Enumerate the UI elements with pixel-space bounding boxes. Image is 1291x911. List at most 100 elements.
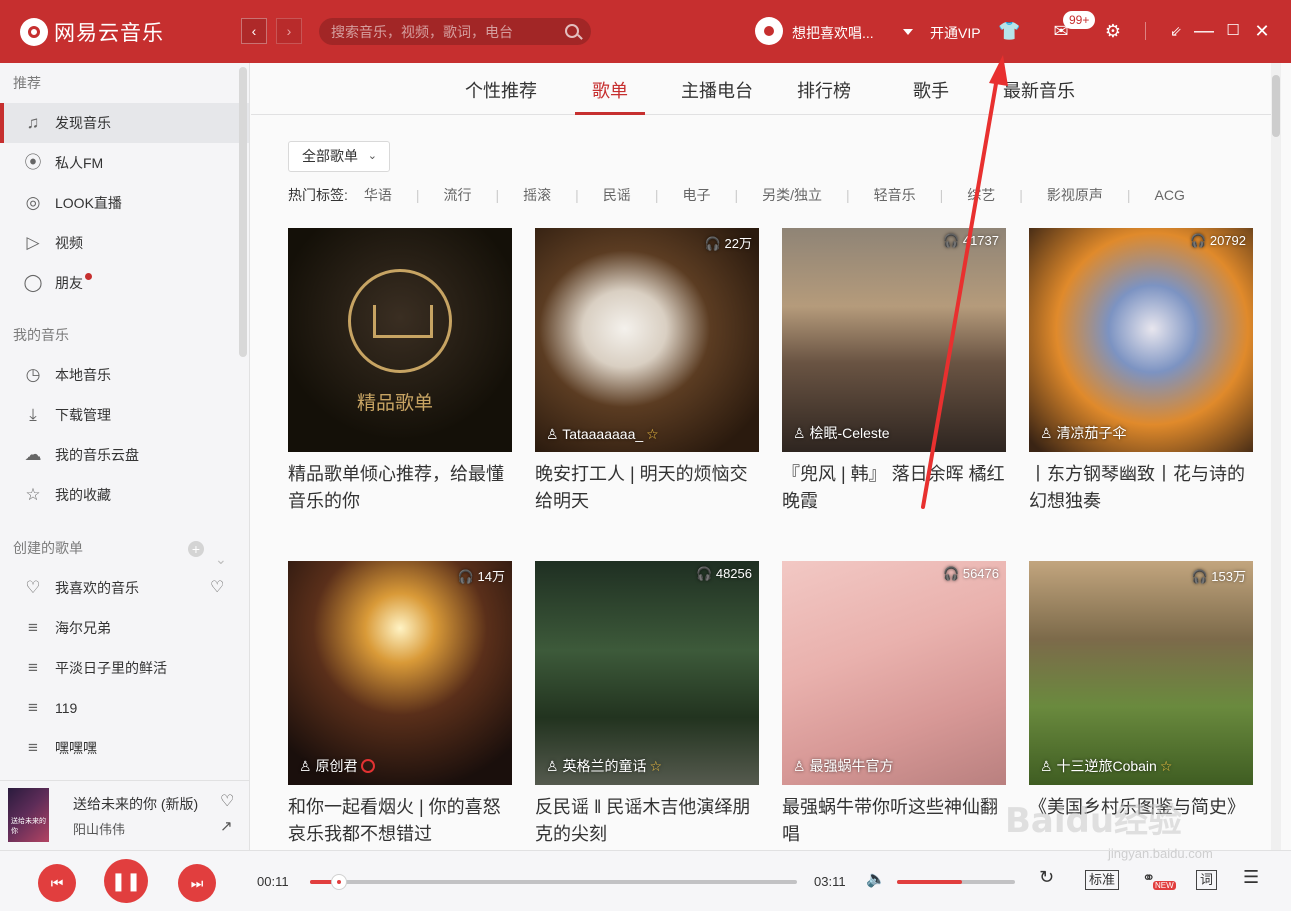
playlist-cover[interactable]: 🎧 14万 ♙ 原创君	[288, 561, 512, 785]
playlist-title[interactable]: 精品歌单倾心推荐，给最懂音乐的你	[288, 461, 512, 515]
tab-charts[interactable]: 排行榜	[797, 77, 851, 103]
playlist-title[interactable]: 丨东方钢琴幽致丨花与诗的幻想独奏	[1029, 461, 1253, 515]
playlist-cover[interactable]: 🎧 41737 ♙ 桧眠-Celeste	[782, 228, 1006, 452]
now-playing-title[interactable]: 送给未来的你 (新版)	[73, 794, 198, 814]
user-avatar[interactable]	[755, 17, 783, 45]
mini-mode-icon[interactable]: ⇙	[1165, 20, 1187, 42]
playlist-creator[interactable]: ♙ 清凉茄子伞	[1040, 423, 1126, 443]
scrollbar-thumb[interactable]	[1272, 75, 1280, 137]
playlist-card[interactable]: 🎧 41737 ♙ 桧眠-Celeste 『兜风 | 韩』 落日余晖 橘红晚霞	[782, 228, 1006, 515]
settings-gear-icon[interactable]: ⚙	[1102, 20, 1124, 42]
tag-link[interactable]: ACG	[1155, 187, 1185, 203]
playlist-cover[interactable]: 🎧 56476 ♙ 最强蜗牛官方	[782, 561, 1006, 785]
playlist-cover[interactable]: 🎧 22万 ♙ Tataaaaaaa_ ☆	[535, 228, 759, 452]
minimize-icon[interactable]: —	[1193, 20, 1215, 42]
playlist-queue-icon[interactable]: ☰	[1243, 867, 1259, 888]
creator-name: 原创君	[315, 758, 358, 774]
sidebar-item-playlist[interactable]: ≡ 嘿嘿嘿	[0, 728, 249, 768]
volume-slider[interactable]	[897, 880, 1015, 884]
tag-link[interactable]: 流行	[444, 185, 472, 205]
playlist-card[interactable]: 🎧 22万 ♙ Tataaaaaaa_ ☆ 晚安打工人 | 明天的烦恼交给明天	[535, 228, 759, 515]
sidebar-item-collection[interactable]: ☆ 我的收藏	[0, 475, 249, 515]
playlist-creator[interactable]: ♙ 最强蜗牛官方	[793, 756, 893, 776]
tag-link[interactable]: 影视原声	[1047, 185, 1103, 205]
search-box[interactable]	[319, 18, 591, 45]
quality-button[interactable]: 标准	[1085, 870, 1120, 890]
next-track-button[interactable]: ⏭	[178, 864, 216, 902]
tab-new-music[interactable]: 最新音乐	[1003, 77, 1075, 103]
sidebar-scrollbar[interactable]	[239, 67, 247, 357]
sidebar-item-liked-music[interactable]: ♡ 我喜欢的音乐 ♡	[0, 568, 249, 608]
tag-link[interactable]: 轻音乐	[874, 185, 916, 205]
all-playlists-button[interactable]: 全部歌单 ⌄	[288, 141, 390, 172]
sidebar-item-label: 119	[55, 700, 78, 716]
main-scrollbar[interactable]	[1271, 63, 1281, 850]
tag-link[interactable]: 综艺	[967, 185, 995, 205]
skin-tshirt-icon[interactable]: 👕	[998, 20, 1020, 42]
playlist-title[interactable]: 晚安打工人 | 明天的烦恼交给明天	[535, 461, 759, 515]
maximize-icon[interactable]: ☐	[1222, 20, 1244, 42]
open-vip-button[interactable]: 开通VIP	[930, 23, 981, 43]
sidebar-item-downloads[interactable]: ⤓ 下载管理	[0, 395, 249, 435]
progress-knob[interactable]	[331, 874, 348, 890]
now-playing-artist[interactable]: 阳山伟伟	[73, 819, 125, 838]
tab-dj-radio[interactable]: 主播电台	[681, 77, 753, 103]
forward-button[interactable]: ›	[276, 18, 302, 44]
playlist-card[interactable]: 🎧 48256 ♙ 英格兰的童话 ☆ 反民谣 ‖ 民谣木吉他演绎朋克的尖刻	[535, 561, 759, 848]
now-playing-panel[interactable]: 送给未来的你 送给未来的你 (新版) 阳山伟伟 ♡ ↗	[0, 780, 250, 850]
playlist-creator[interactable]: ♙ Tataaaaaaa_ ☆	[546, 426, 659, 443]
sidebar-item-playlist[interactable]: ≡ 平淡日子里的鲜活	[0, 648, 249, 688]
sidebar-item-friends[interactable]: ◯ 朋友	[0, 263, 249, 303]
sidebar-item-look-live[interactable]: ◎ LOOK直播	[0, 183, 249, 223]
add-playlist-icon[interactable]: +	[188, 541, 204, 557]
playlist-cover[interactable]: 🎧 48256 ♙ 英格兰的童话 ☆	[535, 561, 759, 785]
app-logo[interactable]: 网易云音乐	[20, 17, 164, 47]
sidebar-item-video[interactable]: ▷ 视频	[0, 223, 249, 263]
playlist-creator[interactable]: ♙ 十三逆旅Cobain ☆	[1040, 756, 1172, 776]
sidebar-item-cloud-disk[interactable]: ☁ 我的音乐云盘	[0, 435, 249, 475]
progress-bar[interactable]	[310, 874, 797, 890]
user-dropdown-icon[interactable]	[903, 29, 913, 35]
tab-personal-recommend[interactable]: 个性推荐	[465, 77, 537, 103]
back-button[interactable]: ‹	[241, 18, 267, 44]
now-playing-cover[interactable]: 送给未来的你	[8, 788, 49, 842]
loop-mode-icon[interactable]: ↻	[1039, 867, 1054, 888]
playlist-creator[interactable]: ♙ 原创君	[299, 756, 376, 776]
playlist-card[interactable]: 🎧 14万 ♙ 原创君 和你一起看烟火 | 你的喜怒哀乐我都不想错过	[288, 561, 512, 848]
playlist-cover[interactable]: 精品歌单	[288, 228, 512, 452]
playlist-title[interactable]: 『兜风 | 韩』 落日余晖 橘红晚霞	[782, 461, 1006, 515]
close-icon[interactable]: ✕	[1251, 20, 1273, 42]
playlist-card[interactable]: 🎧 56476 ♙ 最强蜗牛官方 最强蜗牛带你听这些神仙翻唱	[782, 561, 1006, 848]
search-icon[interactable]	[565, 24, 579, 38]
lyric-button[interactable]: 词	[1196, 870, 1218, 890]
sidebar-item-personal-fm[interactable]: ⦿ 私人FM	[0, 143, 249, 183]
heartbeat-mode-icon[interactable]: ♡	[210, 568, 224, 608]
search-input[interactable]	[319, 18, 559, 45]
pause-button[interactable]: ❚❚	[104, 859, 148, 903]
playlist-creator[interactable]: ♙ 英格兰的童话 ☆	[546, 756, 662, 776]
tag-link[interactable]: 电子	[682, 185, 710, 205]
previous-track-button[interactable]: ⏮	[38, 864, 76, 902]
playlist-cover[interactable]: 🎧 153万 ♙ 十三逆旅Cobain ☆	[1029, 561, 1253, 785]
sidebar-item-local-music[interactable]: ◷ 本地音乐	[0, 355, 249, 395]
share-icon[interactable]: ↗	[220, 817, 233, 835]
volume-icon[interactable]: 🔈	[866, 869, 886, 889]
username[interactable]: 想把喜欢唱...	[792, 23, 888, 43]
sidebar-item-playlist[interactable]: ≡ 海尔兄弟	[0, 608, 249, 648]
playlist-title[interactable]: 反民谣 ‖ 民谣木吉他演绎朋克的尖刻	[535, 794, 759, 848]
tab-playlists[interactable]: 歌单	[592, 77, 628, 103]
playlist-title[interactable]: 和你一起看烟火 | 你的喜怒哀乐我都不想错过	[288, 794, 512, 848]
tag-link[interactable]: 摇滚	[523, 185, 551, 205]
playlist-cover[interactable]: 🎧 20792 ♙ 清凉茄子伞	[1029, 228, 1253, 452]
playlist-title[interactable]: 最强蜗牛带你听这些神仙翻唱	[782, 794, 1006, 848]
sidebar-item-playlist[interactable]: ≡ 119	[0, 688, 249, 728]
playlist-creator[interactable]: ♙ 桧眠-Celeste	[793, 423, 890, 443]
tag-link[interactable]: 民谣	[603, 185, 631, 205]
tab-artists[interactable]: 歌手	[913, 77, 949, 103]
sidebar-item-discover-music[interactable]: ♫ 发现音乐	[0, 103, 249, 143]
like-heart-icon[interactable]: ♡	[220, 791, 234, 811]
playlist-card-featured[interactable]: 精品歌单 精品歌单倾心推荐，给最懂音乐的你	[288, 228, 512, 515]
playlist-card[interactable]: 🎧 20792 ♙ 清凉茄子伞 丨东方钢琴幽致丨花与诗的幻想独奏	[1029, 228, 1253, 515]
tag-link[interactable]: 华语	[364, 185, 392, 205]
tag-link[interactable]: 另类/独立	[762, 185, 822, 205]
